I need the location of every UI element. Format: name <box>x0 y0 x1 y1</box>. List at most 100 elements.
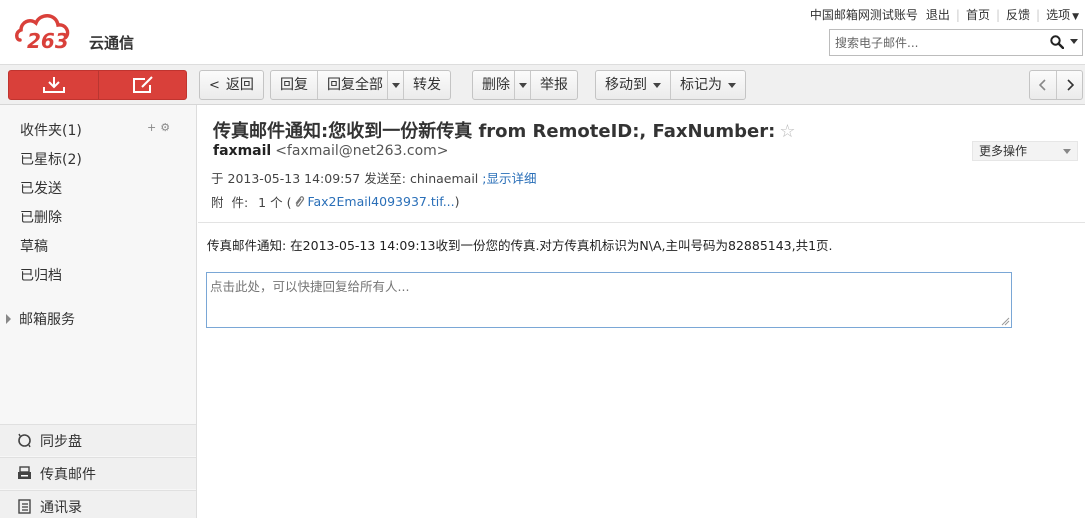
star-icon[interactable]: ☆ <box>779 121 795 142</box>
compose-button[interactable] <box>98 71 187 99</box>
divider <box>198 222 1085 223</box>
reply-all-button[interactable]: 回复全部 <box>317 71 387 99</box>
sidebar-item-fax-mail[interactable]: 传真邮件 <box>0 457 196 489</box>
mark-as-label: 标记为 <box>680 77 722 93</box>
message-subject: 传真邮件通知:您收到一份新传真 from RemoteID:, FaxNumbe… <box>213 117 795 143</box>
resize-grip-icon[interactable] <box>1000 316 1010 326</box>
chevron-down-icon <box>1063 149 1071 154</box>
chevron-left-icon: < <box>209 78 220 93</box>
expand-triangle-icon <box>6 314 11 324</box>
download-icon <box>42 77 65 93</box>
logout-link[interactable]: 退出 <box>926 6 950 23</box>
organize-group: 移动到 标记为 <box>595 70 746 100</box>
mail-service-label: 邮箱服务 <box>19 312 75 328</box>
forward-button[interactable]: 转发 <box>403 71 450 99</box>
sidebar-item-sync-disk[interactable]: 同步盘 <box>0 424 196 456</box>
report-button[interactable]: 举报 <box>530 71 577 99</box>
attachment-line: 附 件: 1 个 ( Fax2Email4093937.tif... ) <box>211 192 460 211</box>
sync-disk-label: 同步盘 <box>40 433 82 450</box>
move-to-label: 移动到 <box>605 77 647 93</box>
sender-address: <faxmail@net263.com> <box>275 143 449 159</box>
delete-dropdown-button[interactable] <box>514 71 530 99</box>
sidebar-item-mail-service[interactable]: 邮箱服务 <box>6 309 75 329</box>
chevron-right-icon <box>1066 79 1074 91</box>
header: 263 云通信 中国邮箱网测试账号 退出 | 首页 | 反馈 | 选项 ▼ <box>0 0 1085 64</box>
fax-icon <box>18 466 31 479</box>
options-link[interactable]: 选项 <box>1046 6 1070 23</box>
more-actions-label: 更多操作 <box>979 144 1028 158</box>
recipient: chinaemail <box>409 171 479 186</box>
sync-icon <box>18 433 31 448</box>
fax-mail-label: 传真邮件 <box>40 466 96 483</box>
move-to-button[interactable]: 移动到 <box>596 71 670 99</box>
mark-as-button[interactable]: 标记为 <box>670 71 745 99</box>
account-name[interactable]: 中国邮箱网测试账号 <box>810 6 918 23</box>
add-folder-icon[interactable]: + <box>147 121 156 134</box>
svg-text:263: 263 <box>27 29 69 53</box>
reply-group: 回复 回复全部 转发 <box>270 70 451 100</box>
search-icon[interactable] <box>1050 35 1064 49</box>
chevron-left-icon <box>1039 79 1046 91</box>
reply-all-dropdown-button[interactable] <box>387 71 403 99</box>
sidebar-item-starred[interactable]: 已星标(2) <box>20 149 82 169</box>
mail-actions-group <box>8 70 187 100</box>
options-chevron-down-icon[interactable]: ▼ <box>1072 12 1079 22</box>
compose-icon <box>133 76 153 93</box>
divider: | <box>995 8 1000 22</box>
quick-reply-input[interactable] <box>206 272 1012 328</box>
search-box <box>829 29 1083 56</box>
gear-icon[interactable]: ⚙ <box>160 121 170 134</box>
message-body: 传真邮件通知: 在2013-05-13 14:09:13收到一份您的传真.对方传… <box>207 238 833 253</box>
attachment-count: 1 个 ( <box>258 195 292 210</box>
message-date-line: 于 2013-05-13 14:09:57 发送至: chinaemail ;显… <box>211 168 536 187</box>
toolbar: < 返回 回复 回复全部 转发 删除 举报 移动到 标记为 <box>0 64 1085 105</box>
sidebar-item-sent[interactable]: 已发送 <box>20 178 62 198</box>
show-details-link[interactable]: ;显示详细 <box>482 171 536 186</box>
sender-name[interactable]: faxmail <box>213 143 271 159</box>
back-button[interactable]: < 返回 <box>200 71 263 99</box>
svg-text:云通信: 云通信 <box>89 34 134 52</box>
search-input[interactable] <box>830 30 1044 55</box>
sidebar-item-archived[interactable]: 已归档 <box>20 265 62 285</box>
pager-group <box>1029 70 1083 100</box>
reply-button[interactable]: 回复 <box>271 71 317 99</box>
more-actions-dropdown[interactable]: 更多操作 <box>972 141 1078 161</box>
subject-text: 传真邮件通知:您收到一份新传真 from RemoteID:, FaxNumbe… <box>213 121 776 142</box>
attachment-file-link[interactable]: Fax2Email4093937.tif... <box>307 194 454 209</box>
back-group: < 返回 <box>199 70 264 100</box>
folder-tools: + ⚙ <box>147 121 174 134</box>
chevron-down-icon <box>653 82 661 88</box>
delete-group: 删除 举报 <box>472 70 578 100</box>
divider: | <box>1036 8 1041 22</box>
home-link[interactable]: 首页 <box>966 6 990 23</box>
sidebar-item-drafts[interactable]: 草稿 <box>20 236 48 256</box>
date-prefix: 于 <box>211 171 224 186</box>
sent-to-label: 发送至: <box>364 171 406 186</box>
cloud-logo-icon: 263 云通信 <box>15 14 134 53</box>
logo[interactable]: 263 云通信 <box>14 10 154 54</box>
message-view: 传真邮件通知:您收到一份新传真 from RemoteID:, FaxNumbe… <box>198 105 1085 518</box>
next-mail-button[interactable] <box>1056 71 1082 99</box>
message-sender: faxmail <faxmail@net263.com> <box>213 143 449 159</box>
chevron-down-icon <box>518 82 527 88</box>
contacts-icon <box>18 499 31 514</box>
contacts-label: 通讯录 <box>40 499 82 516</box>
receive-mail-button[interactable] <box>9 71 98 99</box>
top-links: 中国邮箱网测试账号 退出 | 首页 | 反馈 | 选项 ▼ <box>810 6 1079 23</box>
back-label: 返回 <box>225 77 254 93</box>
attachment-close-paren: ) <box>454 194 460 209</box>
sidebar-item-inbox[interactable]: 收件夹(1) <box>20 120 82 140</box>
sidebar: 收件夹(1) + ⚙ 已星标(2) 已发送 已删除 草稿 已归档 邮箱服务 同步盘… <box>0 105 197 518</box>
chevron-down-icon <box>728 82 736 88</box>
feedback-link[interactable]: 反馈 <box>1006 6 1030 23</box>
paperclip-icon <box>295 195 305 207</box>
chevron-down-icon <box>391 82 400 88</box>
divider: | <box>955 8 960 22</box>
message-date: 2013-05-13 14:09:57 <box>227 171 361 186</box>
sidebar-item-deleted[interactable]: 已删除 <box>20 207 62 227</box>
search-options-chevron-down-icon[interactable] <box>1070 39 1078 44</box>
attachment-label: 附 件: <box>211 195 249 210</box>
previous-mail-button[interactable] <box>1030 71 1056 99</box>
sidebar-item-contacts[interactable]: 通讯录 <box>0 490 196 518</box>
delete-button[interactable]: 删除 <box>473 71 514 99</box>
